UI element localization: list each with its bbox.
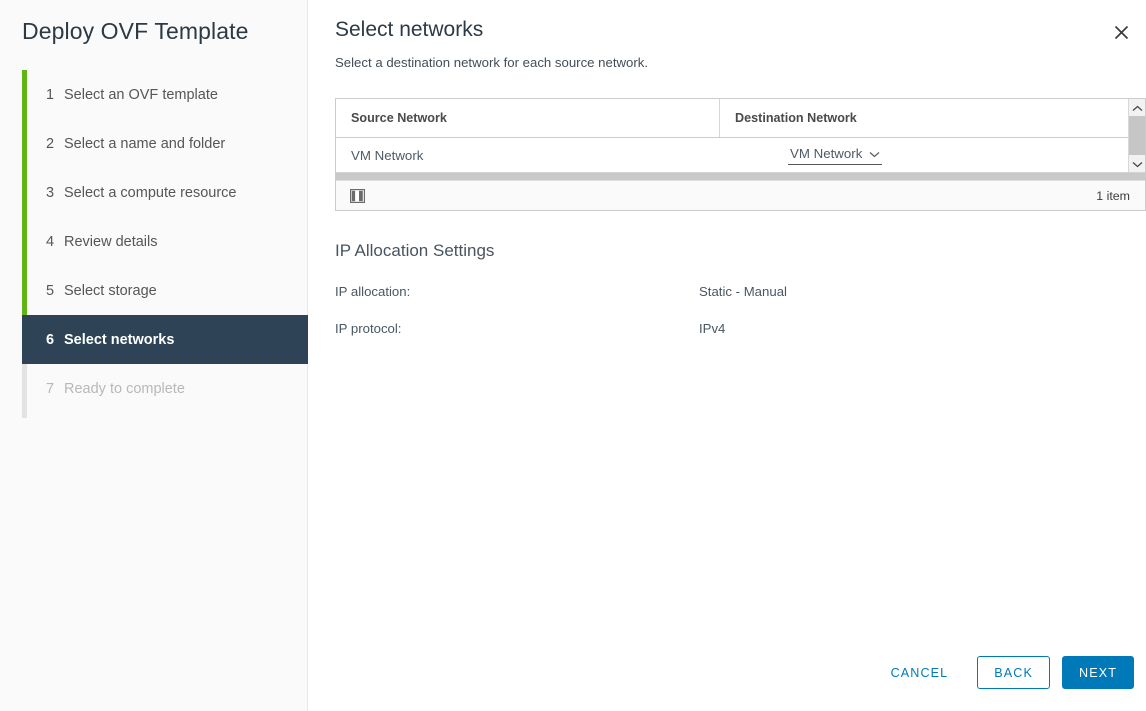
step-label: Select an OVF template xyxy=(64,86,218,103)
sidebar-step-review-details[interactable]: 4 Review details xyxy=(22,217,308,266)
back-button[interactable]: BACK xyxy=(977,656,1050,689)
cell-destination-network: VM Network xyxy=(720,138,1128,172)
sidebar-step-select-storage[interactable]: 5 Select storage xyxy=(22,266,308,315)
step-label: Select a name and folder xyxy=(64,135,226,152)
step-label: Select networks xyxy=(64,331,175,348)
grid-vertical-scrollbar[interactable] xyxy=(1128,99,1145,172)
page-title: Select networks xyxy=(335,18,484,41)
ip-protocol-value: IPv4 xyxy=(699,321,726,336)
step-label: Ready to complete xyxy=(64,380,185,397)
ip-protocol-row: IP protocol: IPv4 xyxy=(335,321,1075,339)
step-number: 5 xyxy=(46,282,55,299)
destination-network-select[interactable]: VM Network xyxy=(787,145,883,165)
grid-body: Source Network Destination Network VM Ne… xyxy=(336,99,1128,172)
scroll-down-button[interactable] xyxy=(1129,155,1145,172)
dialog-action-bar: CANCEL BACK NEXT xyxy=(874,656,1134,689)
ip-allocation-label: IP allocation: xyxy=(335,284,411,299)
grid-scroll-region: Source Network Destination Network VM Ne… xyxy=(336,99,1145,172)
sidebar-step-ready-to-complete: 7 Ready to complete xyxy=(22,364,308,413)
column-header-source-network[interactable]: Source Network xyxy=(336,99,721,137)
networks-datagrid: Source Network Destination Network VM Ne… xyxy=(335,98,1146,211)
columns-icon[interactable] xyxy=(350,188,365,203)
grid-horizontal-scrollbar[interactable] xyxy=(336,172,1145,180)
cancel-button[interactable]: CANCEL xyxy=(874,656,966,689)
scroll-up-button[interactable] xyxy=(1129,99,1145,116)
main-content-pane: Select networks Select a destination net… xyxy=(308,0,1146,711)
column-header-destination-network[interactable]: Destination Network xyxy=(720,99,1128,137)
ip-allocation-row: IP allocation: Static - Manual xyxy=(335,284,1075,302)
wizard-sidebar: Deploy OVF Template 1 Select an OVF temp… xyxy=(0,0,308,711)
step-number: 6 xyxy=(46,331,55,348)
ip-allocation-value: Static - Manual xyxy=(699,284,787,299)
step-label: Review details xyxy=(64,233,158,250)
step-label: Select storage xyxy=(64,282,157,299)
destination-network-value: VM Network xyxy=(789,146,863,161)
page-subtitle: Select a destination network for each so… xyxy=(335,55,649,70)
close-dialog-button[interactable] xyxy=(1108,19,1134,45)
grid-scroll-thumb[interactable] xyxy=(1129,116,1145,155)
step-number: 2 xyxy=(46,135,55,152)
grid-footer-bar: 1 item xyxy=(336,180,1145,210)
sidebar-step-select-networks[interactable]: 6 Select networks xyxy=(22,315,308,364)
chevron-down-icon xyxy=(869,146,880,161)
sidebar-step-select-an-ovf-template[interactable]: 1 Select an OVF template xyxy=(22,70,308,119)
table-row: VM Network VM Network xyxy=(336,138,1128,172)
grid-item-count: 1 item xyxy=(1096,188,1130,203)
grid-header-row: Source Network Destination Network xyxy=(336,99,1128,138)
step-number: 3 xyxy=(46,184,55,201)
wizard-title: Deploy OVF Template xyxy=(22,18,249,44)
sidebar-step-select-a-compute-resource[interactable]: 3 Select a compute resource xyxy=(22,168,308,217)
step-number: 4 xyxy=(46,233,55,250)
sidebar-step-select-a-name-and-folder[interactable]: 2 Select a name and folder xyxy=(22,119,308,168)
ip-protocol-label: IP protocol: xyxy=(335,321,402,336)
step-number: 7 xyxy=(46,380,55,397)
wizard-steps-list: 1 Select an OVF template 2 Select a name… xyxy=(22,70,308,413)
chevron-up-icon xyxy=(1132,99,1143,117)
step-label: Select a compute resource xyxy=(64,184,237,201)
close-icon xyxy=(1113,24,1130,41)
step-number: 1 xyxy=(46,86,55,103)
chevron-down-icon xyxy=(1132,155,1143,173)
ip-allocation-settings-title: IP Allocation Settings xyxy=(335,241,495,260)
next-button[interactable]: NEXT xyxy=(1062,656,1134,689)
cell-source-network: VM Network xyxy=(351,147,424,163)
